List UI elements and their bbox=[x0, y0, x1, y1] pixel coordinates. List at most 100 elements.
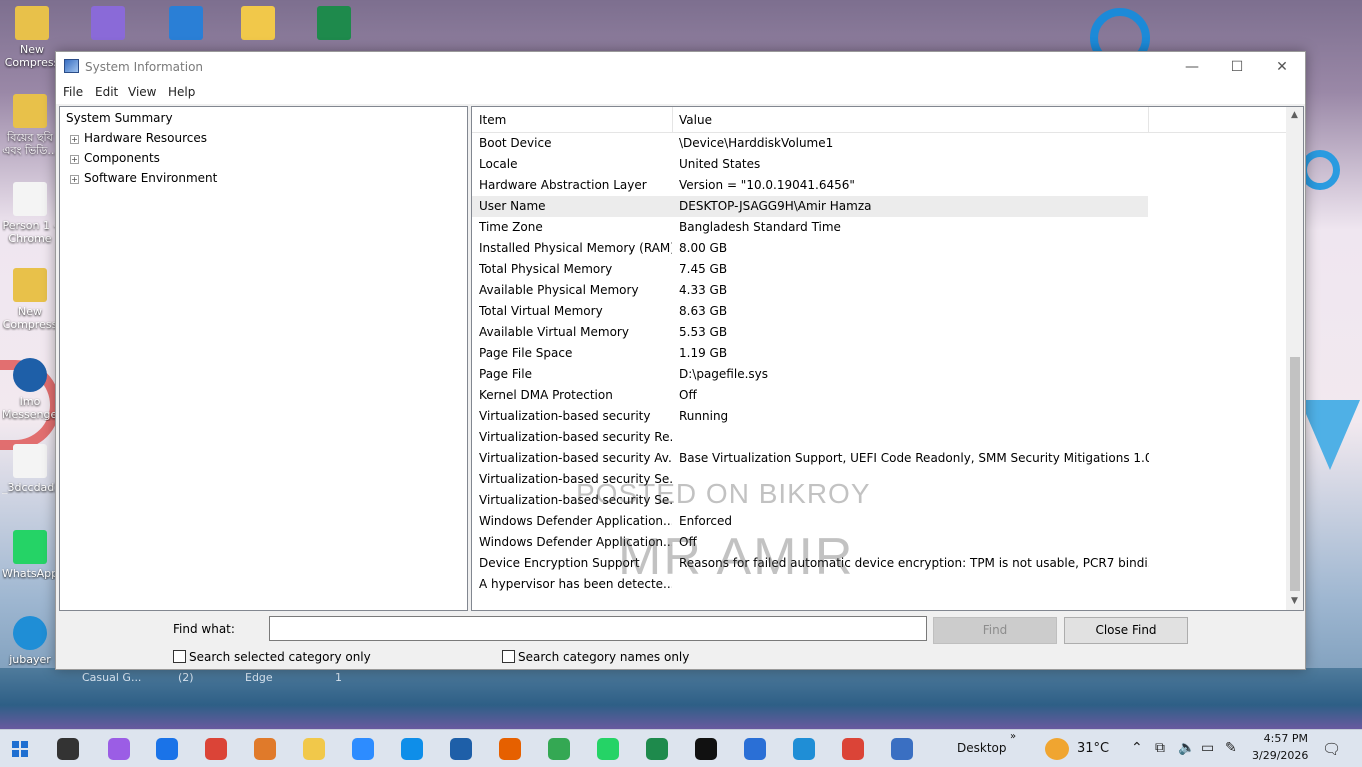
desktop-icon[interactable]: Person 1 - Chrome bbox=[2, 182, 58, 245]
tree-item-software-environment[interactable]: + Software Environment bbox=[70, 169, 217, 187]
tree-item-components[interactable]: + Components bbox=[70, 149, 160, 167]
table-row[interactable]: Available Physical Memory 4.33 GB bbox=[472, 280, 1148, 301]
desktop-icon[interactable]: WhatsApp bbox=[2, 530, 58, 580]
menu-view[interactable]: View bbox=[128, 85, 156, 99]
weather-temperature[interactable]: 31°C bbox=[1077, 741, 1109, 756]
firefox-icon[interactable] bbox=[499, 738, 521, 760]
table-row[interactable]: A hypervisor has been detecte... bbox=[472, 574, 1148, 595]
title-bar[interactable]: System Information — ☐ ✕ bbox=[56, 52, 1305, 82]
maximize-button[interactable]: ☐ bbox=[1214, 52, 1260, 82]
zoom-video-icon[interactable] bbox=[156, 738, 178, 760]
network-icon[interactable]: ⧉ bbox=[1155, 740, 1165, 756]
whatsapp-icon[interactable] bbox=[597, 738, 619, 760]
search-selected-category-checkbox[interactable]: Search selected category only bbox=[173, 650, 371, 664]
chrome-profile-icon[interactable] bbox=[842, 738, 864, 760]
notification-icon[interactable]: 🗨 bbox=[1322, 740, 1341, 758]
edge-icon[interactable] bbox=[793, 738, 815, 760]
find-input[interactable] bbox=[269, 616, 927, 641]
desktop-icon[interactable] bbox=[306, 6, 362, 54]
table-row[interactable]: User Name DESKTOP-JSAGG9H\Amir Hamza bbox=[472, 196, 1148, 217]
table-row[interactable]: Windows Defender Application... Enforced bbox=[472, 511, 1148, 532]
row-item-cell: Kernel DMA Protection bbox=[479, 388, 613, 402]
column-divider[interactable] bbox=[1148, 107, 1149, 133]
menu-edit[interactable]: Edit bbox=[95, 85, 118, 99]
imo-icon[interactable] bbox=[450, 738, 472, 760]
table-row[interactable]: Hardware Abstraction Layer Version = "10.… bbox=[472, 175, 1148, 196]
checkbox-box[interactable] bbox=[502, 650, 515, 663]
chevron-right-icon[interactable]: » bbox=[1010, 731, 1016, 742]
table-row[interactable]: Time Zone Bangladesh Standard Time bbox=[472, 217, 1148, 238]
task-view-icon[interactable] bbox=[57, 738, 79, 760]
game-icon[interactable] bbox=[548, 738, 570, 760]
close-find-button[interactable]: Close Find bbox=[1064, 617, 1188, 644]
start-button[interactable] bbox=[12, 741, 28, 757]
expand-icon[interactable]: + bbox=[70, 135, 79, 144]
desktop-icon[interactable]: _3dccdad2... bbox=[2, 444, 58, 494]
clock-time[interactable]: 4:57 PM bbox=[1256, 732, 1308, 745]
desktop-icon[interactable]: Imo Messenger bbox=[2, 358, 58, 421]
table-row[interactable]: Page File D:\pagefile.sys bbox=[472, 364, 1148, 385]
clock-date[interactable]: 3/29/2026 bbox=[1252, 749, 1308, 762]
tree-item-system-summary[interactable]: System Summary bbox=[66, 109, 173, 127]
system-information-icon[interactable] bbox=[891, 738, 913, 760]
table-row[interactable]: Installed Physical Memory (RAM) 8.00 GB bbox=[472, 238, 1148, 259]
vertical-scrollbar[interactable]: ▲ ▼ bbox=[1286, 107, 1303, 610]
expand-icon[interactable]: + bbox=[70, 155, 79, 164]
table-row[interactable]: Virtualization-based security Se... bbox=[472, 469, 1148, 490]
table-row[interactable]: Device Encryption Support Reasons for fai… bbox=[472, 553, 1149, 574]
find-button[interactable]: Find bbox=[933, 617, 1057, 644]
table-row[interactable]: Locale United States bbox=[472, 154, 1148, 175]
teamviewer-icon[interactable] bbox=[401, 738, 423, 760]
weather-icon[interactable] bbox=[1045, 738, 1069, 760]
search-category-names-checkbox[interactable]: Search category names only bbox=[502, 650, 689, 664]
desktop-icon[interactable]: New Compress bbox=[4, 6, 60, 69]
table-row[interactable]: Virtualization-based security Se... bbox=[472, 490, 1148, 511]
table-row[interactable]: Virtualization-based security Re... bbox=[472, 427, 1148, 448]
feather-icon bbox=[91, 6, 125, 40]
menu-file[interactable]: File bbox=[63, 85, 83, 99]
table-row[interactable]: Available Virtual Memory 5.53 GB bbox=[472, 322, 1148, 343]
volume-icon[interactable]: 🔈 bbox=[1178, 740, 1195, 756]
column-header-item[interactable]: Item bbox=[479, 113, 506, 127]
column-divider[interactable] bbox=[672, 107, 673, 133]
desktop-toolbar-label[interactable]: Desktop bbox=[957, 741, 1007, 755]
chevron-up-icon[interactable]: ⌃ bbox=[1131, 740, 1143, 756]
checkbox-box[interactable] bbox=[173, 650, 186, 663]
desktop-icon[interactable] bbox=[158, 6, 214, 54]
desktop-icon[interactable]: বিয়ের ছবি এবং ভিডি... bbox=[2, 94, 58, 157]
table-row[interactable]: Virtualization-based security Running bbox=[472, 406, 1148, 427]
table-row[interactable]: Kernel DMA Protection Off bbox=[472, 385, 1148, 406]
menu-help[interactable]: Help bbox=[168, 85, 195, 99]
row-item-cell: Available Physical Memory bbox=[479, 283, 639, 297]
desktop-icon[interactable] bbox=[230, 6, 286, 54]
row-item-cell: A hypervisor has been detecte... bbox=[479, 577, 672, 591]
row-value-cell: Bangladesh Standard Time bbox=[679, 220, 841, 234]
pen-icon[interactable]: ✎ bbox=[1225, 740, 1237, 756]
tiktok-icon[interactable] bbox=[695, 738, 717, 760]
table-row[interactable]: Windows Defender Application... Off bbox=[472, 532, 1148, 553]
wps-icon[interactable] bbox=[646, 738, 668, 760]
zoom-icon[interactable] bbox=[352, 738, 374, 760]
table-row[interactable]: Virtualization-based security Av... Base … bbox=[472, 448, 1149, 469]
table-row[interactable]: Total Physical Memory 7.45 GB bbox=[472, 259, 1148, 280]
desktop-icon[interactable]: New Compress bbox=[2, 268, 58, 331]
tree-item-hardware-resources[interactable]: + Hardware Resources bbox=[70, 129, 207, 147]
table-row[interactable]: Page File Space 1.19 GB bbox=[472, 343, 1148, 364]
scroll-down-icon[interactable]: ▼ bbox=[1286, 593, 1303, 610]
file-explorer-icon[interactable] bbox=[303, 738, 325, 760]
copilot-icon[interactable] bbox=[108, 738, 130, 760]
remote-app-icon[interactable] bbox=[744, 738, 766, 760]
scroll-thumb[interactable] bbox=[1290, 357, 1300, 591]
table-row[interactable]: Total Virtual Memory 8.63 GB bbox=[472, 301, 1148, 322]
display-icon[interactable]: ▭ bbox=[1201, 740, 1214, 756]
minimize-button[interactable]: — bbox=[1169, 52, 1215, 82]
paint-icon[interactable] bbox=[254, 738, 276, 760]
chrome-icon[interactable] bbox=[205, 738, 227, 760]
expand-icon[interactable]: + bbox=[70, 175, 79, 184]
table-row[interactable]: Boot Device \Device\HarddiskVolume1 bbox=[472, 133, 1148, 154]
close-button[interactable]: ✕ bbox=[1259, 52, 1305, 82]
desktop-icon[interactable] bbox=[80, 6, 136, 54]
scroll-up-icon[interactable]: ▲ bbox=[1286, 107, 1303, 124]
desktop-icon[interactable]: jubayer bbox=[2, 616, 58, 666]
column-header-value[interactable]: Value bbox=[679, 113, 712, 127]
